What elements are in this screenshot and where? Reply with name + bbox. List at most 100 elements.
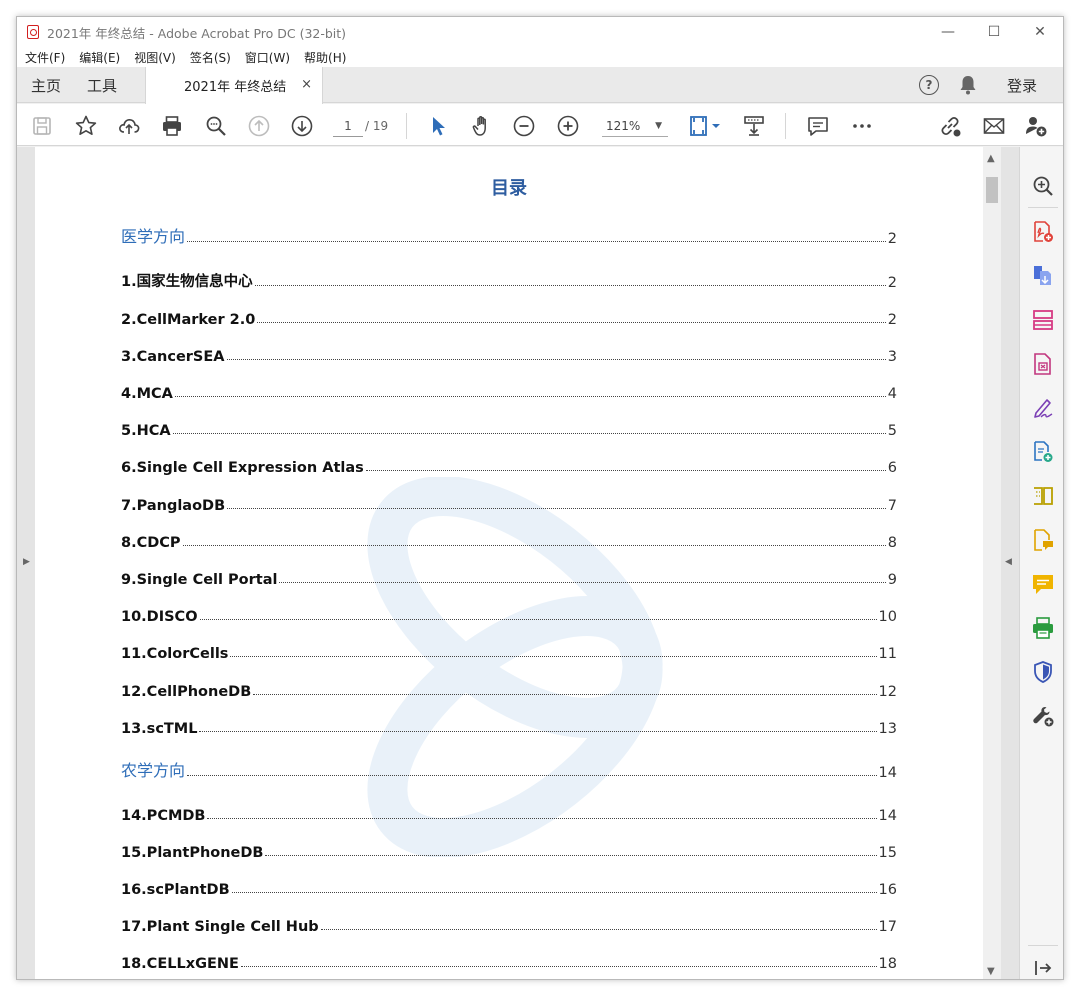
toc-entry-label: 12.CellPhoneDB — [121, 684, 252, 700]
right-panel-toggle-icon[interactable]: ◀ — [1005, 557, 1012, 567]
toc-entry[interactable]: 16.scPlantDB 16 — [121, 874, 897, 898]
toc-entry[interactable]: 13.scTML 13 — [121, 713, 897, 737]
toc-page-number: 2 — [887, 312, 897, 328]
left-panel-toggle-icon[interactable]: ▶ — [23, 557, 30, 567]
menu-file[interactable]: 文件(F) — [25, 49, 65, 66]
compare-files-icon[interactable] — [1030, 483, 1056, 509]
scroll-up-icon[interactable]: ▲ — [987, 153, 995, 164]
toc-entry[interactable]: 14.PCMDB 14 — [121, 800, 897, 824]
email-icon[interactable] — [981, 113, 1007, 139]
toc-entry[interactable]: 3.CancerSEA 3 — [121, 341, 897, 365]
page-number-input[interactable]: 1 — [333, 115, 363, 137]
tab-home[interactable]: 主页 — [31, 67, 61, 103]
scrollbar-thumb[interactable] — [986, 177, 998, 203]
fit-page-icon[interactable] — [687, 113, 723, 139]
close-window-button[interactable]: ✕ — [1017, 17, 1063, 47]
toc-page-number: 2 — [887, 231, 897, 247]
hand-icon[interactable] — [469, 113, 495, 139]
toc-entry[interactable]: 10.DISCO 10 — [121, 601, 897, 625]
page-down-icon[interactable] — [289, 113, 315, 139]
send-for-comments-icon[interactable] — [1030, 527, 1056, 553]
collapse-panel-icon[interactable] — [1030, 955, 1056, 979]
toc-leader — [174, 396, 886, 397]
bell-icon[interactable] — [959, 75, 977, 95]
zoom-search-icon[interactable] — [1030, 173, 1056, 199]
protect-icon[interactable] — [1030, 659, 1056, 685]
toc-entry-label: 4.MCA — [121, 386, 173, 402]
help-icon[interactable]: ? — [918, 75, 939, 95]
login-link[interactable]: 登录 — [1007, 75, 1037, 96]
combine-files-icon[interactable] — [1030, 439, 1056, 465]
comment-tool-icon[interactable] — [1030, 571, 1056, 597]
toc-leader — [253, 694, 877, 695]
close-tab-icon[interactable]: × — [301, 77, 312, 92]
add-user-icon[interactable] — [1023, 113, 1049, 139]
vertical-scrollbar[interactable]: ▲ ▼ — [983, 147, 1001, 979]
organize-pages-icon[interactable] — [1030, 307, 1056, 333]
scroll-down-icon[interactable]: ▼ — [987, 966, 995, 977]
tab-document[interactable]: 2021年 年终总结 × — [145, 67, 323, 104]
toc-leader — [187, 775, 877, 776]
toc-page-number: 6 — [887, 460, 897, 476]
menu-bar: 文件(F) 编辑(E) 视图(V) 签名(S) 窗口(W) 帮助(H) — [17, 47, 1063, 67]
toc-entry[interactable]: 8.CDCP 8 — [121, 527, 897, 551]
more-icon[interactable] — [849, 113, 875, 139]
export-pdf-icon[interactable] — [1030, 263, 1056, 289]
chevron-down-icon: ▼ — [655, 121, 662, 131]
zoom-in-icon[interactable] — [555, 113, 581, 139]
menu-edit[interactable]: 编辑(E) — [79, 49, 120, 66]
comment-icon[interactable] — [805, 113, 831, 139]
toc-entry[interactable]: 4.MCA 4 — [121, 378, 897, 402]
toc-entry[interactable]: 17.Plant Single Cell Hub 17 — [121, 911, 897, 935]
toc-entry[interactable]: 5.HCA 5 — [121, 415, 897, 439]
menu-sign[interactable]: 签名(S) — [190, 49, 231, 66]
more-tools-icon[interactable] — [1030, 703, 1056, 729]
select-cursor-icon[interactable] — [425, 113, 451, 139]
panel-divider — [1028, 945, 1058, 946]
toc-entry[interactable]: 9.Single Cell Portal 9 — [121, 564, 897, 588]
toc-entry-label: 6.Single Cell Expression Atlas — [121, 460, 364, 476]
page-up-icon[interactable] — [246, 113, 272, 139]
toc-leader — [231, 892, 877, 893]
menu-window[interactable]: 窗口(W) — [245, 49, 290, 66]
edit-pdf-icon[interactable] — [1030, 351, 1056, 377]
toc-leader — [279, 582, 886, 583]
maximize-button[interactable]: ☐ — [971, 17, 1017, 47]
toc-leader — [207, 818, 877, 819]
zoom-level-value: 121% — [606, 119, 641, 133]
toc-page-number: 9 — [887, 572, 897, 588]
search-icon[interactable] — [203, 113, 229, 139]
scroll-mode-icon[interactable] — [741, 113, 767, 139]
toc-page-number: 12 — [878, 684, 897, 700]
toc-entry[interactable]: 6.Single Cell Expression Atlas 6 — [121, 452, 897, 476]
toc-section[interactable]: 医学方向 2 — [121, 223, 897, 247]
share-link-icon[interactable] — [937, 113, 963, 139]
document-tab-label: 2021年 年终总结 — [184, 80, 287, 95]
toc-entry-label: 医学方向 — [121, 227, 186, 246]
create-pdf-icon[interactable] — [1030, 219, 1056, 245]
menu-view[interactable]: 视图(V) — [134, 49, 176, 66]
cloud-upload-icon[interactable] — [116, 113, 142, 139]
toc-entry[interactable]: 11.ColorCells 11 — [121, 638, 897, 662]
print-icon[interactable] — [159, 113, 185, 139]
zoom-level-select[interactable]: 121% ▼ — [602, 115, 668, 137]
save-icon[interactable] — [29, 113, 55, 139]
print-production-icon[interactable] — [1030, 615, 1056, 641]
toc-entry-label: 2.CellMarker 2.0 — [121, 312, 256, 328]
bookmark-star-icon[interactable] — [73, 113, 99, 139]
minimize-button[interactable]: — — [925, 17, 971, 47]
toc-entry[interactable]: 1.国家生物信息中心 2 — [121, 267, 897, 291]
fill-sign-icon[interactable] — [1030, 395, 1056, 421]
toc-entry[interactable]: 18.CELLxGENE 18 — [121, 948, 897, 972]
toc-entry[interactable]: 2.CellMarker 2.0 2 — [121, 304, 897, 328]
zoom-out-icon[interactable] — [511, 113, 537, 139]
toc-entry[interactable]: 7.PanglaoDB 7 — [121, 490, 897, 514]
toc-section[interactable]: 农学方向 14 — [121, 757, 897, 781]
toc-entry[interactable]: 12.CellPhoneDB 12 — [121, 676, 897, 700]
toc-page-number: 13 — [878, 721, 897, 737]
toc-page-number: 14 — [878, 765, 897, 781]
toc-leader — [199, 731, 877, 732]
tab-tools[interactable]: 工具 — [87, 67, 117, 103]
menu-help[interactable]: 帮助(H) — [304, 49, 346, 66]
toc-entry[interactable]: 15.PlantPhoneDB 15 — [121, 837, 897, 861]
